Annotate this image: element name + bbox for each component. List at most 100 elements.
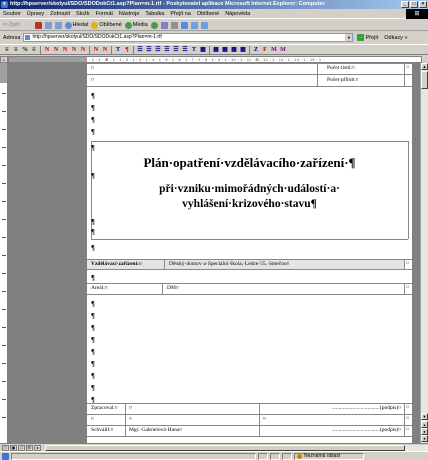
- messenger-button[interactable]: [200, 21, 208, 29]
- table-icon[interactable]: ▦: [221, 46, 229, 54]
- maximize-button[interactable]: □: [410, 1, 418, 8]
- ruler-left-margin: [9, 57, 87, 62]
- paragraph-mark: ¶: [91, 244, 95, 252]
- print-layout-icon[interactable]: □: [17, 444, 25, 451]
- print-button[interactable]: [170, 21, 178, 29]
- toolbar-separator: [89, 45, 90, 54]
- horizontal-scroll-track[interactable]: [44, 444, 428, 451]
- style-t-icon[interactable]: T: [190, 46, 198, 54]
- list-icon[interactable]: ☰: [181, 46, 189, 54]
- scroll-left-arrow-icon[interactable]: ◂: [33, 444, 41, 451]
- style-t-icon[interactable]: T: [114, 46, 122, 54]
- next-page-icon[interactable]: ▾: [421, 435, 428, 442]
- vertical-scroll-thumb[interactable]: [421, 71, 428, 89]
- scroll-up-arrow-icon[interactable]: ▲: [421, 63, 428, 70]
- paragraph-mark: ¶: [91, 360, 95, 368]
- address-bar: Adresa http://hpserver/skolyul/SDO/SDODo…: [0, 32, 428, 43]
- ruler-tick: [2, 111, 6, 112]
- style-n-icon[interactable]: N: [79, 46, 87, 54]
- refresh-button[interactable]: [44, 21, 52, 29]
- list-icon[interactable]: ☰: [172, 46, 180, 54]
- horizontal-ruler[interactable]: · 2 · 1 · ⊠ · 1 · 1 · 2 · 1 · 3 · 1 · 4 …: [8, 56, 422, 63]
- menu-nastroje[interactable]: Nástroje: [119, 11, 139, 17]
- vertical-ruler[interactable]: [0, 63, 8, 443]
- discuss-button[interactable]: [190, 21, 198, 29]
- go-button[interactable]: → Přejít: [357, 34, 378, 41]
- pilcrow-icon[interactable]: ¶: [123, 46, 131, 54]
- mail-button[interactable]: [160, 21, 168, 29]
- style-z-icon[interactable]: Z: [252, 46, 260, 54]
- menu-bar: Soubor Úpravy Zobrazit Složk Formát Nást…: [0, 9, 428, 19]
- select-browse-object-icon[interactable]: ●: [421, 428, 428, 435]
- style-n-icon[interactable]: N: [70, 46, 78, 54]
- menu-prejit-na[interactable]: Přejít na: [170, 11, 190, 17]
- menu-vlozit[interactable]: Složk: [76, 11, 89, 17]
- align-center-icon[interactable]: ≡: [12, 46, 20, 54]
- table-icon[interactable]: ▦: [230, 46, 238, 54]
- menu-napoveda[interactable]: Nápověda: [225, 11, 250, 17]
- style-n-icon[interactable]: N: [92, 46, 100, 54]
- style-n-icon[interactable]: N: [43, 46, 51, 54]
- table-border: [259, 403, 260, 436]
- search-button[interactable]: Hledat: [64, 21, 88, 29]
- vertical-ruler-top-margin: [0, 63, 7, 83]
- ruler-tab-selector[interactable]: L: [0, 56, 8, 63]
- table-icon[interactable]: ▦: [199, 46, 207, 54]
- menu-soubor[interactable]: Soubor: [3, 11, 21, 17]
- align-left-icon[interactable]: ≡: [3, 46, 11, 54]
- table-icon[interactable]: ▦: [239, 46, 247, 54]
- align-justify-icon[interactable]: ≡: [30, 46, 38, 54]
- style-m-icon[interactable]: M: [270, 46, 278, 54]
- menu-format[interactable]: Formát: [96, 11, 113, 17]
- history-button[interactable]: [150, 21, 158, 29]
- document-page[interactable]: ¤ Počet·listů:¤ ¤ Počet·příloh:¤ ¶ ¶ ¶ ¶…: [87, 63, 412, 443]
- table-border: [87, 283, 412, 284]
- list-icon[interactable]: ☰: [145, 46, 153, 54]
- style-f-icon[interactable]: F: [261, 46, 269, 54]
- security-zone: Neznámá oblast: [294, 452, 364, 460]
- prev-page-icon[interactable]: ▴: [421, 421, 428, 428]
- menu-upravy[interactable]: Úpravy: [27, 11, 44, 17]
- scroll-down-arrow-icon[interactable]: ▼: [421, 413, 428, 420]
- normal-view-icon[interactable]: ≡: [2, 444, 9, 451]
- menu-oblibene[interactable]: Oblíbené: [197, 11, 219, 17]
- horizontal-scrollbar[interactable]: ≡ ▣ □ ☰ ◂: [0, 443, 428, 451]
- list-icon[interactable]: ☰: [136, 46, 144, 54]
- table-border: [404, 403, 405, 436]
- close-button[interactable]: ×: [419, 1, 427, 8]
- stop-button[interactable]: [34, 21, 42, 29]
- document-area: ¤ Počet·listů:¤ ¤ Počet·příloh:¤ ¶ ¶ ¶ ¶…: [8, 63, 420, 443]
- web-view-icon[interactable]: ▣: [9, 444, 17, 451]
- outline-view-icon[interactable]: ☰: [25, 444, 33, 451]
- menu-tabulka[interactable]: Tabulka: [145, 11, 164, 17]
- links-button[interactable]: Odkazy »: [384, 35, 407, 41]
- style-n-underline-icon[interactable]: N: [101, 46, 109, 54]
- home-button[interactable]: [54, 21, 62, 29]
- menu-zobrazit[interactable]: Zobrazit: [50, 11, 70, 17]
- back-arrow-icon: ⇐: [3, 22, 8, 28]
- edit-button[interactable]: [180, 21, 188, 29]
- vertical-scrollbar[interactable]: ▲ ▼ ▴ ● ▾: [420, 63, 428, 443]
- go-arrow-icon: →: [357, 34, 365, 41]
- ruler-tick: [2, 165, 6, 166]
- table-border: [87, 74, 412, 75]
- list-icon[interactable]: ☰: [163, 46, 171, 54]
- percent-icon[interactable]: %: [21, 46, 29, 54]
- title-frame: [91, 239, 408, 240]
- back-button[interactable]: ⇐ Zpět: [3, 22, 20, 28]
- forward-button[interactable]: → ·: [23, 22, 32, 28]
- style-m-icon[interactable]: M: [279, 46, 287, 54]
- horizontal-scroll-thumb[interactable]: [44, 444, 405, 451]
- style-n-icon[interactable]: N: [52, 46, 60, 54]
- style-n-icon[interactable]: N: [61, 46, 69, 54]
- paragraph-mark: ¶: [91, 300, 95, 308]
- list-icon[interactable]: ☰: [154, 46, 162, 54]
- address-dropdown-icon[interactable]: ▼: [345, 34, 353, 41]
- paragraph-mark: ¶: [91, 372, 95, 380]
- media-button[interactable]: Média: [124, 21, 148, 29]
- address-input[interactable]: http://hpserver/skolyul/SDO/SDODokCt1.as…: [23, 33, 354, 42]
- minimize-button[interactable]: _: [401, 1, 409, 8]
- windows-logo-icon: ⊞: [406, 9, 428, 19]
- table-icon[interactable]: ▦: [212, 46, 220, 54]
- favorites-button[interactable]: Oblíbené: [91, 21, 122, 29]
